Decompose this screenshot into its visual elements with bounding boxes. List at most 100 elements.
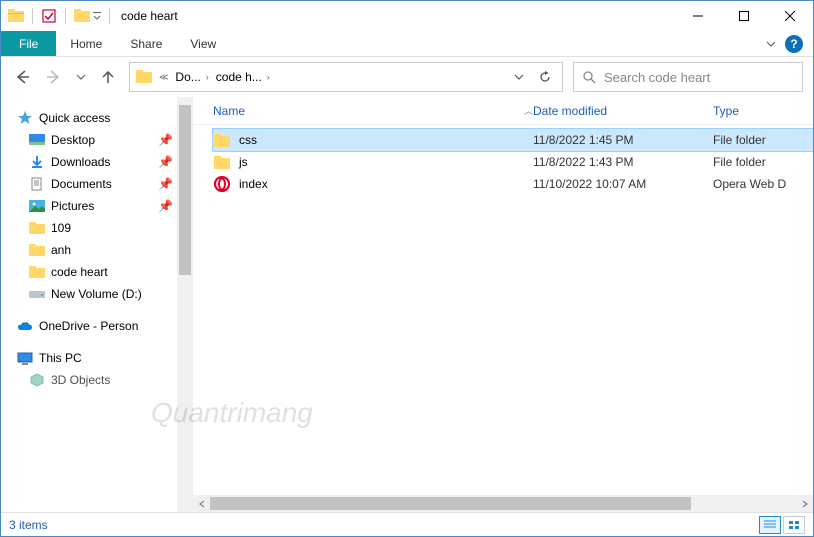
- folder-icon: [213, 153, 231, 171]
- tab-file[interactable]: File: [1, 31, 56, 56]
- scrollbar-thumb[interactable]: [179, 105, 191, 275]
- qat-dropdown-icon[interactable]: [92, 7, 102, 25]
- nav-documents[interactable]: Documents📌: [17, 173, 193, 195]
- ribbon-tabs: File Home Share View ?: [1, 31, 813, 57]
- file-date: 11/8/2022 1:43 PM: [533, 155, 713, 169]
- nav-onedrive[interactable]: OneDrive - Person: [17, 315, 193, 337]
- file-type: File folder: [713, 133, 813, 147]
- file-type: File folder: [713, 155, 813, 169]
- separator: [109, 8, 110, 24]
- pc-icon: [17, 350, 33, 366]
- column-type[interactable]: Type: [713, 104, 813, 118]
- file-date: 11/8/2022 1:45 PM: [533, 133, 713, 147]
- file-row[interactable]: css 11/8/2022 1:45 PM File folder: [213, 129, 813, 151]
- column-name[interactable]: Name︿: [213, 104, 533, 118]
- navigation-pane: Quick access Desktop 📌 Downloads 📌 Documen…: [1, 97, 193, 512]
- up-button[interactable]: [97, 66, 119, 88]
- pin-icon: 📌: [158, 133, 173, 147]
- file-row[interactable]: index 11/10/2022 10:07 AM Opera Web D: [213, 173, 813, 195]
- folder-icon: [136, 70, 152, 84]
- nav-pictures[interactable]: Pictures📌: [17, 195, 193, 217]
- maximize-button[interactable]: [721, 1, 767, 31]
- nav-label: OneDrive - Person: [39, 319, 138, 333]
- pin-icon: 📌: [158, 155, 173, 169]
- nav-label: New Volume (D:): [51, 287, 142, 301]
- search-icon: [582, 70, 596, 84]
- file-name: css: [239, 133, 533, 147]
- nav-downloads[interactable]: Downloads 📌: [17, 151, 193, 173]
- nav-label: 109: [51, 221, 71, 235]
- nav-scrollbar[interactable]: [177, 97, 193, 512]
- nav-quick-access[interactable]: Quick access: [17, 107, 193, 129]
- nav-label: Desktop: [51, 133, 95, 147]
- separator: [32, 8, 33, 24]
- file-type: Opera Web D: [713, 177, 813, 191]
- help-button[interactable]: ?: [785, 35, 803, 53]
- tab-home[interactable]: Home: [56, 31, 116, 56]
- folder-icon: [73, 7, 91, 25]
- back-button[interactable]: [11, 66, 33, 88]
- close-button[interactable]: [767, 1, 813, 31]
- scroll-left-icon[interactable]: [193, 495, 210, 512]
- nav-label: This PC: [39, 351, 82, 365]
- file-date: 11/10/2022 10:07 AM: [533, 177, 713, 191]
- column-date[interactable]: Date modified: [533, 104, 713, 118]
- horizontal-scrollbar[interactable]: [193, 495, 813, 512]
- file-name: index: [239, 177, 533, 191]
- search-box[interactable]: [573, 62, 803, 92]
- details-view-button[interactable]: [759, 516, 781, 534]
- folder-icon: [7, 7, 25, 25]
- scrollbar-thumb[interactable]: [210, 497, 691, 510]
- nav-label: Quick access: [39, 111, 110, 125]
- nav-label: code heart: [51, 265, 108, 279]
- nav-this-pc[interactable]: This PC: [17, 347, 193, 369]
- nav-desktop[interactable]: Desktop 📌: [17, 129, 193, 151]
- tab-view[interactable]: View: [176, 31, 230, 56]
- folder-icon: [213, 131, 231, 149]
- nav-folder[interactable]: code heart: [17, 261, 193, 283]
- large-icons-view-button[interactable]: [783, 516, 805, 534]
- pin-icon: 📌: [158, 199, 173, 213]
- nav-label: Documents: [51, 177, 112, 191]
- nav-folder[interactable]: 109: [17, 217, 193, 239]
- tab-share[interactable]: Share: [116, 31, 176, 56]
- recent-dropdown[interactable]: [75, 66, 87, 88]
- folder-icon: [29, 220, 45, 236]
- ribbon-expand-icon[interactable]: [765, 38, 777, 50]
- breadcrumb-leading[interactable]: ≪: [156, 72, 171, 83]
- cube-icon: [29, 372, 45, 388]
- desktop-icon: [29, 132, 45, 148]
- opera-icon: [213, 175, 231, 193]
- status-bar: 3 items: [1, 512, 813, 536]
- navigation-bar: ≪ Do...› code h...›: [1, 57, 813, 97]
- minimize-button[interactable]: [675, 1, 721, 31]
- file-row[interactable]: js 11/8/2022 1:43 PM File folder: [213, 151, 813, 173]
- nav-label: 3D Objects: [51, 373, 110, 387]
- scroll-right-icon[interactable]: [796, 495, 813, 512]
- onedrive-icon: [17, 318, 33, 334]
- download-icon: [29, 154, 45, 170]
- status-text: 3 items: [9, 518, 48, 532]
- breadcrumb-item[interactable]: code h...›: [216, 70, 273, 84]
- file-rows: css 11/8/2022 1:45 PM File folder js 11/…: [193, 125, 813, 495]
- documents-icon: [29, 176, 45, 192]
- nav-folder[interactable]: anh: [17, 239, 193, 261]
- forward-button[interactable]: [43, 66, 65, 88]
- column-headers: Name︿ Date modified Type: [193, 97, 813, 125]
- folder-icon: [29, 242, 45, 258]
- drive-icon: [29, 286, 45, 302]
- title-bar: code heart: [1, 1, 813, 31]
- address-bar[interactable]: ≪ Do...› code h...›: [129, 62, 563, 92]
- nav-label: Downloads: [51, 155, 110, 169]
- address-dropdown-icon[interactable]: [508, 66, 530, 88]
- window-title: code heart: [117, 9, 178, 23]
- nav-3d-objects[interactable]: 3D Objects: [17, 369, 193, 391]
- search-input[interactable]: [604, 70, 794, 85]
- breadcrumb-item[interactable]: Do...›: [175, 70, 211, 84]
- sort-icon: ︿: [524, 104, 533, 117]
- separator: [65, 8, 66, 24]
- properties-icon[interactable]: [40, 7, 58, 25]
- pictures-icon: [29, 198, 45, 214]
- refresh-button[interactable]: [534, 66, 556, 88]
- nav-drive[interactable]: New Volume (D:): [17, 283, 193, 305]
